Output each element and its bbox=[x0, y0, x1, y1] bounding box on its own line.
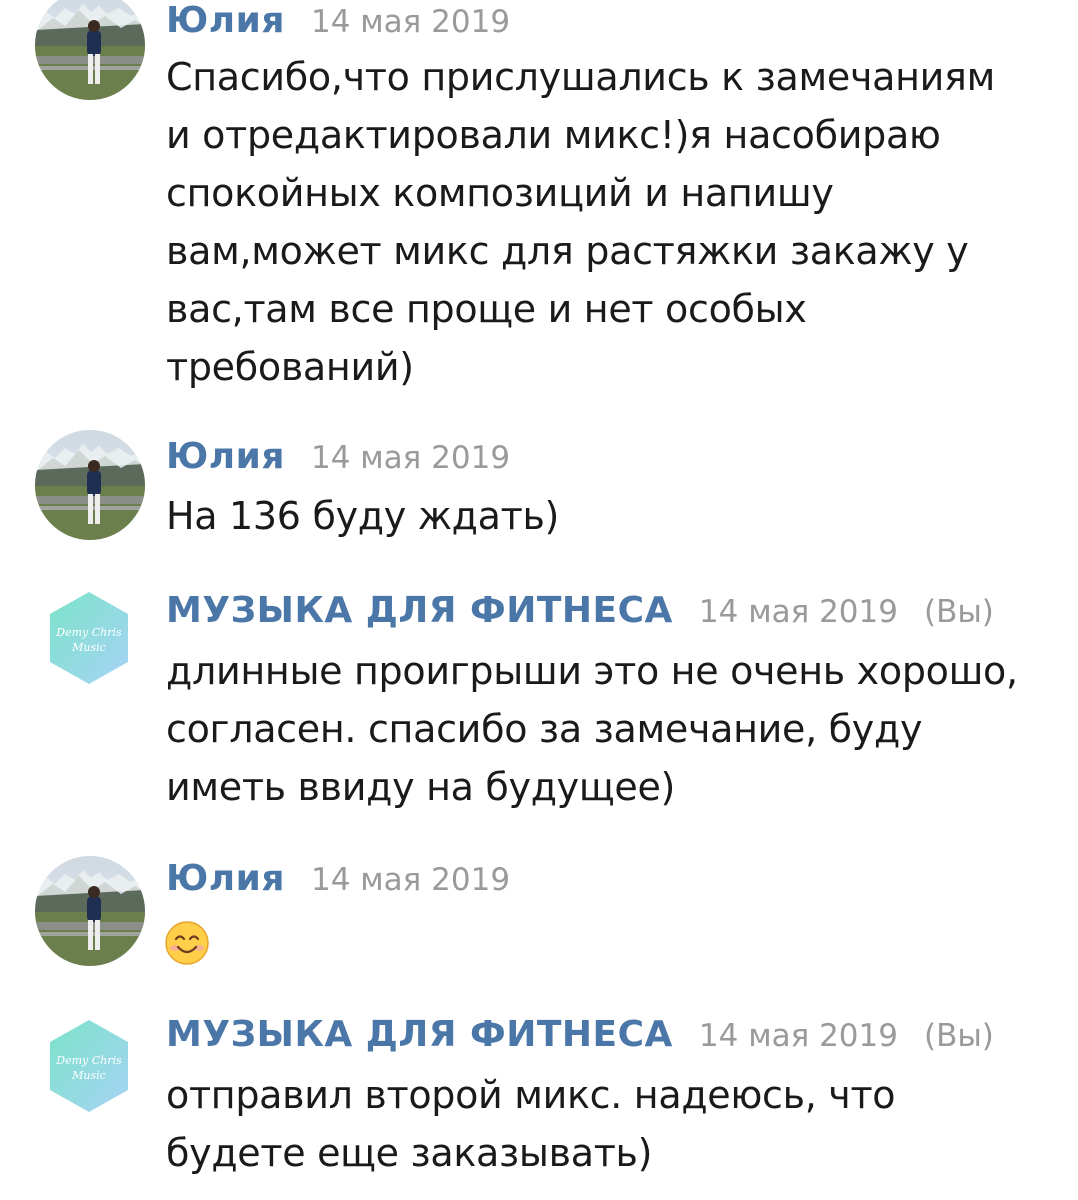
you-label: (Вы) bbox=[923, 1018, 994, 1054]
user-avatar[interactable] bbox=[35, 856, 145, 966]
message-date: 14 мая 2019 bbox=[310, 862, 511, 898]
logo-text-line2: Music bbox=[71, 1069, 106, 1082]
user-avatar[interactable] bbox=[35, 430, 145, 540]
message-header: Юлия 14 мая 2019 bbox=[166, 858, 510, 899]
message-text: длинные проигрыши это не очень хорошо, с… bbox=[166, 649, 1018, 809]
message-date: 14 мая 2019 bbox=[698, 594, 898, 630]
message-text: На 136 буду ждать) bbox=[166, 494, 560, 538]
you-label: (Вы) bbox=[923, 594, 994, 630]
logo-text-line2: Music bbox=[71, 641, 106, 654]
message-date: 14 мая 2019 bbox=[310, 4, 511, 40]
author-name[interactable]: МУЗЫКА ДЛЯ ФИТНЕСА bbox=[166, 1014, 673, 1055]
message-header: Юлия 14 мая 2019 bbox=[166, 436, 510, 477]
community-avatar[interactable]: Demy Chris Music bbox=[48, 1018, 130, 1114]
smiling-face-emoji bbox=[164, 920, 210, 966]
logo-text-line1: Demy Chris bbox=[55, 1054, 122, 1067]
message-header: МУЗЫКА ДЛЯ ФИТНЕСА 14 мая 2019 (Вы) bbox=[166, 1014, 994, 1055]
author-name[interactable]: Юлия bbox=[166, 0, 285, 41]
author-name[interactable]: Юлия bbox=[166, 858, 285, 899]
message-header: МУЗЫКА ДЛЯ ФИТНЕСА 14 мая 2019 (Вы) bbox=[166, 590, 994, 631]
author-name[interactable]: Юлия bbox=[166, 436, 285, 477]
message-date: 14 мая 2019 bbox=[310, 440, 511, 476]
message-text: Спасибо,что прислушались к замечаниям и … bbox=[166, 55, 995, 389]
message-text: отправил второй микс. надеюсь, что будет… bbox=[166, 1073, 896, 1175]
message-header: Юлия 14 мая 2019 bbox=[166, 0, 510, 41]
message-date: 14 мая 2019 bbox=[698, 1018, 898, 1054]
community-avatar[interactable]: Demy Chris Music bbox=[48, 590, 130, 686]
author-name[interactable]: МУЗЫКА ДЛЯ ФИТНЕСА bbox=[166, 590, 673, 631]
user-avatar[interactable] bbox=[35, 0, 145, 100]
logo-text-line1: Demy Chris bbox=[55, 626, 122, 639]
